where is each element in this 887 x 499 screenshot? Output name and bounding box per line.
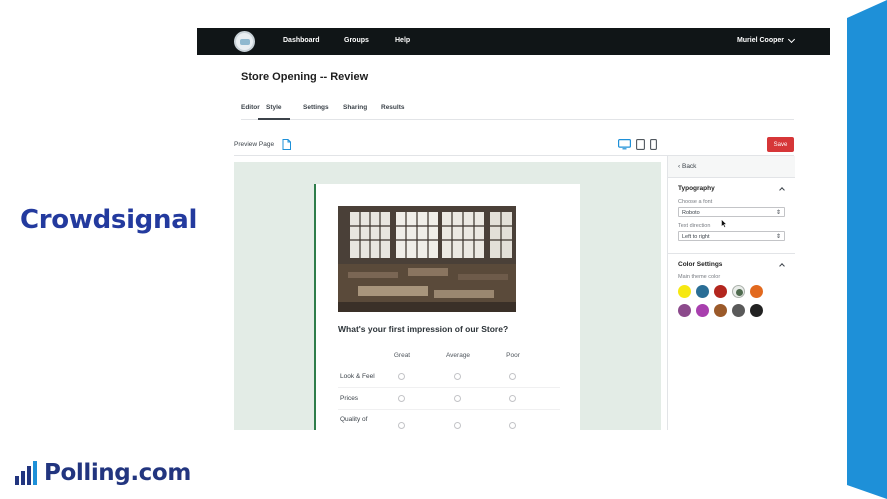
nav-dashboard[interactable]: Dashboard [283,37,320,44]
color-swatch[interactable] [750,285,763,298]
font-select[interactable]: Roboto ⇕ [678,207,785,217]
tablet-icon[interactable] [636,139,645,150]
tab-settings[interactable]: Settings [303,104,329,111]
mobile-icon[interactable] [650,139,657,150]
section-divider [668,253,795,254]
mouse-cursor-icon [721,219,727,228]
tab-results[interactable]: Results [381,104,404,111]
select-arrows-icon: ⇕ [775,210,781,216]
row-divider [338,409,560,410]
column-header: Great [393,352,411,359]
document-icon[interactable] [282,139,291,150]
back-button[interactable]: ‹ Back [668,156,795,178]
chevron-up-icon[interactable] [779,263,785,269]
theme-color-label: Main theme color [678,274,721,280]
polling-logo-icon [15,461,37,485]
direction-select[interactable]: Left to right ⇕ [678,231,785,241]
radio-button[interactable] [398,373,405,380]
color-settings-title: Color Settings [678,261,723,268]
preview-page-label: Preview Page [234,141,275,148]
survey-question: What's your first impression of our Stor… [338,324,509,334]
radio-button[interactable] [454,395,461,402]
color-swatch[interactable] [696,304,709,317]
radio-button[interactable] [454,422,461,429]
save-button[interactable]: Save [767,137,794,152]
survey-card: What's your first impression of our Stor… [314,184,580,430]
radio-button[interactable] [509,422,516,429]
tab-sharing[interactable]: Sharing [343,104,367,111]
back-label: Back [681,163,697,170]
site-logo-icon[interactable] [234,31,255,52]
color-swatch[interactable] [696,285,709,298]
color-swatch[interactable] [714,304,727,317]
matrix-row-label: Look & Feel [340,373,375,380]
store-photo [338,206,516,312]
matrix-row-label: Quality of [340,416,368,423]
chevron-down-icon [787,35,796,43]
desktop-icon[interactable] [618,139,631,150]
user-menu[interactable]: Muriel Cooper [736,35,796,44]
nav-help[interactable]: Help [395,37,410,44]
user-name: Muriel Cooper [736,37,784,44]
radio-button[interactable] [509,373,516,380]
row-divider [338,387,560,388]
radio-button[interactable] [398,422,405,429]
top-navigation: Dashboard Groups Help Muriel Cooper [197,28,830,55]
column-header: Average [445,352,471,359]
device-toggle [618,139,657,150]
app-screenshot: Dashboard Groups Help Muriel Cooper Stor… [197,28,830,430]
matrix-row-label: Prices [340,395,359,402]
direction-label: Text direction [678,223,711,229]
font-select-value: Roboto [682,210,700,216]
typography-title: Typography [678,185,715,192]
select-arrows-icon: ⇕ [775,234,781,240]
direction-select-value: Left to right [682,234,710,240]
logo-text: Polling.com [44,460,191,486]
chevron-up-icon[interactable] [779,187,785,193]
nav-groups[interactable]: Groups [344,37,369,44]
radio-button[interactable] [509,395,516,402]
color-swatch[interactable] [678,304,691,317]
radio-button[interactable] [454,373,461,380]
color-swatch[interactable] [732,285,745,298]
accent-band [847,0,887,499]
color-swatch[interactable] [678,285,691,298]
radio-button[interactable] [398,395,405,402]
page-title: Store Opening -- Review [241,71,369,83]
color-swatch[interactable] [750,304,763,317]
tab-bar: Editor Style Settings Sharing Results [241,104,794,120]
preview-canvas: What's your first impression of our Stor… [234,162,661,430]
color-swatch[interactable] [714,285,727,298]
font-label: Choose a font [678,199,713,205]
style-sidebar: ‹ Back Typography Choose a font Roboto ⇕… [667,156,795,430]
brand-title: Crowdsignal [20,205,198,235]
color-swatch[interactable] [732,304,745,317]
polling-logo: Polling.com [14,460,191,486]
column-header: Poor [506,352,520,359]
tab-editor[interactable]: Editor [241,104,260,111]
tab-style[interactable]: Style [258,104,290,120]
